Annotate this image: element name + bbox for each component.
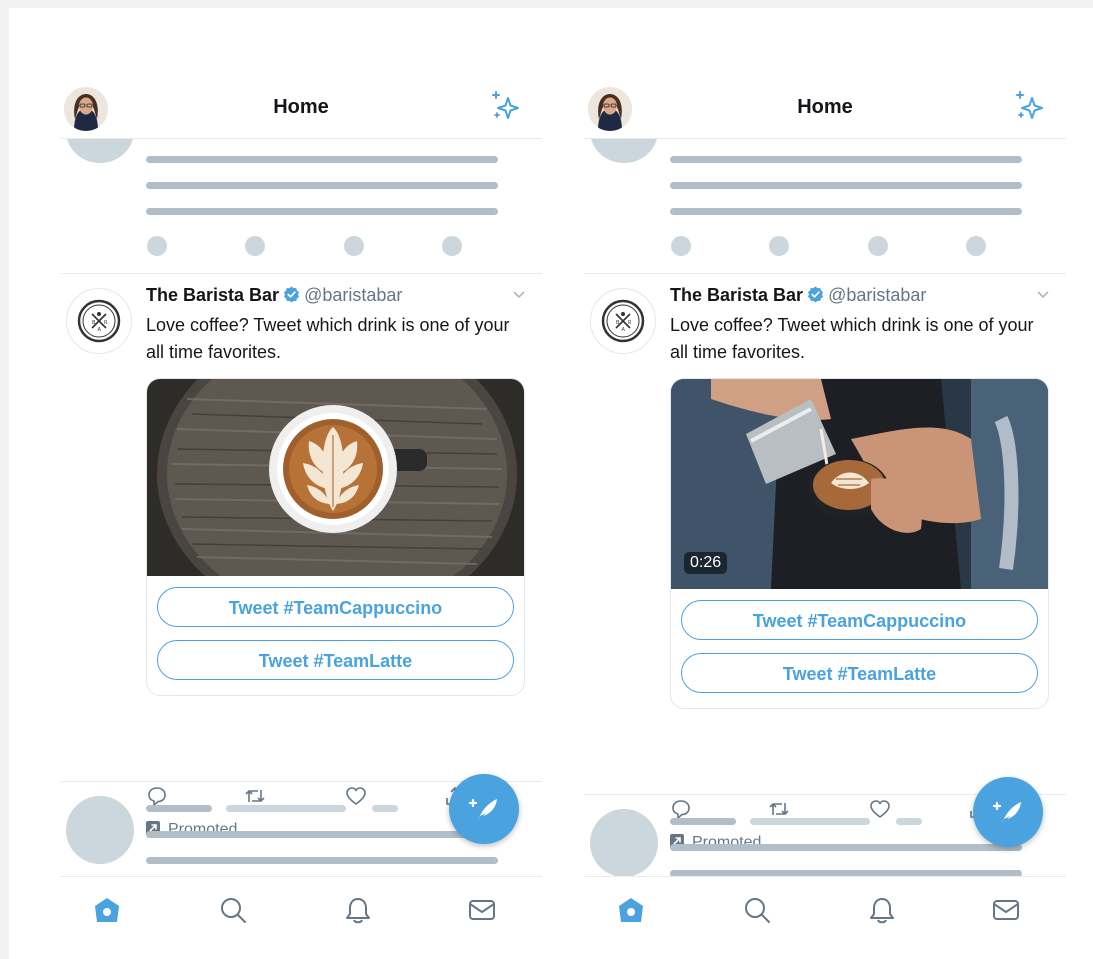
placeholder-line	[670, 182, 1022, 189]
placeholder-line	[146, 831, 498, 838]
svg-text:A: A	[98, 327, 102, 333]
brand-avatar[interactable]: B R A	[66, 288, 132, 354]
page-title: Home	[273, 96, 329, 118]
placeholder-line	[146, 156, 498, 163]
author-handle[interactable]: @baristabar	[828, 285, 926, 305]
svg-text:R: R	[628, 320, 632, 326]
compose-tweet-icon	[468, 798, 497, 821]
notifications-icon[interactable]	[343, 895, 373, 925]
author-handle[interactable]: @baristabar	[304, 285, 402, 305]
card-video[interactable]: 0:26	[671, 379, 1048, 589]
notifications-icon[interactable]	[867, 895, 897, 925]
phone-image-card-variant: Home B R A The Barista Bar @baristabar L…	[60, 81, 542, 947]
loading-tweet-placeholder	[584, 139, 1066, 274]
compose-tweet-icon	[992, 801, 1021, 824]
top-app-bar: Home	[60, 81, 542, 139]
placeholder-line	[670, 208, 1022, 215]
placeholder-action	[344, 236, 364, 256]
placeholder-action	[442, 236, 462, 256]
placeholder-action	[147, 236, 167, 256]
chevron-down-icon[interactable]	[512, 289, 526, 299]
tweet-latte-button[interactable]: Tweet #TeamLatte	[681, 653, 1038, 693]
brand-avatar[interactable]: B R A	[590, 288, 656, 354]
placeholder-action	[868, 236, 888, 256]
svg-text:A: A	[622, 327, 626, 333]
tweet-text: Love coffee? Tweet which drink is one of…	[670, 315, 1034, 362]
tweet-text: Love coffee? Tweet which drink is one of…	[146, 315, 510, 362]
tweet-author-row: The Barista Bar @baristabar	[670, 285, 1050, 309]
messages-icon[interactable]	[991, 895, 1021, 925]
svg-text:B: B	[616, 320, 620, 326]
search-icon[interactable]	[218, 895, 248, 925]
placeholder-line	[750, 818, 870, 825]
home-icon[interactable]	[616, 895, 646, 925]
placeholder-avatar	[590, 139, 658, 163]
video-duration: 0:26	[684, 552, 728, 574]
author-name[interactable]: The Barista Bar	[670, 285, 803, 305]
screenshot-sheet: Home B R A The Barista Bar @baristabar L…	[9, 8, 1093, 959]
placeholder-line	[670, 156, 1022, 163]
placeholder-line	[670, 818, 736, 825]
placeholder-line	[146, 857, 498, 864]
card-image[interactable]	[147, 379, 524, 576]
placeholder-action	[769, 236, 789, 256]
placeholder-avatar	[66, 796, 134, 864]
top-app-bar: Home	[584, 81, 1066, 139]
placeholder-avatar	[590, 809, 658, 877]
author-name[interactable]: The Barista Bar	[146, 285, 279, 305]
placeholder-avatar	[66, 139, 134, 163]
phone-video-card-variant: Home B R A The Barista Bar @baristabar L…	[584, 81, 1066, 947]
chevron-down-icon[interactable]	[1036, 289, 1050, 299]
verified-badge-icon	[284, 286, 300, 303]
bottom-tab-bar	[60, 876, 542, 947]
page-title: Home	[797, 96, 853, 118]
compose-tweet-button[interactable]	[449, 774, 519, 844]
placeholder-line	[372, 805, 398, 812]
conversation-card: Tweet #TeamCappuccino Tweet #TeamLatte	[146, 378, 525, 696]
messages-icon[interactable]	[467, 895, 497, 925]
sparkle-icon[interactable]	[488, 89, 522, 123]
svg-text:R: R	[104, 320, 108, 326]
verified-badge-icon	[808, 286, 824, 303]
tweet-author-row: The Barista Bar @baristabar	[146, 285, 526, 309]
placeholder-line	[226, 805, 346, 812]
placeholder-action	[671, 236, 691, 256]
bottom-tab-bar	[584, 876, 1066, 947]
placeholder-line	[670, 844, 1022, 851]
search-icon[interactable]	[742, 895, 772, 925]
tweet-latte-button[interactable]: Tweet #TeamLatte	[157, 640, 514, 680]
placeholder-line	[146, 182, 498, 189]
placeholder-line	[146, 805, 212, 812]
svg-text:B: B	[92, 320, 96, 326]
compose-tweet-button[interactable]	[973, 777, 1043, 847]
conversation-card: 0:26 Tweet #TeamCappuccino Tweet #TeamLa…	[670, 378, 1049, 709]
loading-tweet-placeholder	[60, 139, 542, 274]
tweet-cappuccino-button[interactable]: Tweet #TeamCappuccino	[681, 600, 1038, 640]
home-icon[interactable]	[92, 895, 122, 925]
placeholder-line	[896, 818, 922, 825]
placeholder-action	[966, 236, 986, 256]
tweet-cappuccino-button[interactable]: Tweet #TeamCappuccino	[157, 587, 514, 627]
sparkle-icon[interactable]	[1012, 89, 1046, 123]
placeholder-action	[245, 236, 265, 256]
placeholder-line	[146, 208, 498, 215]
